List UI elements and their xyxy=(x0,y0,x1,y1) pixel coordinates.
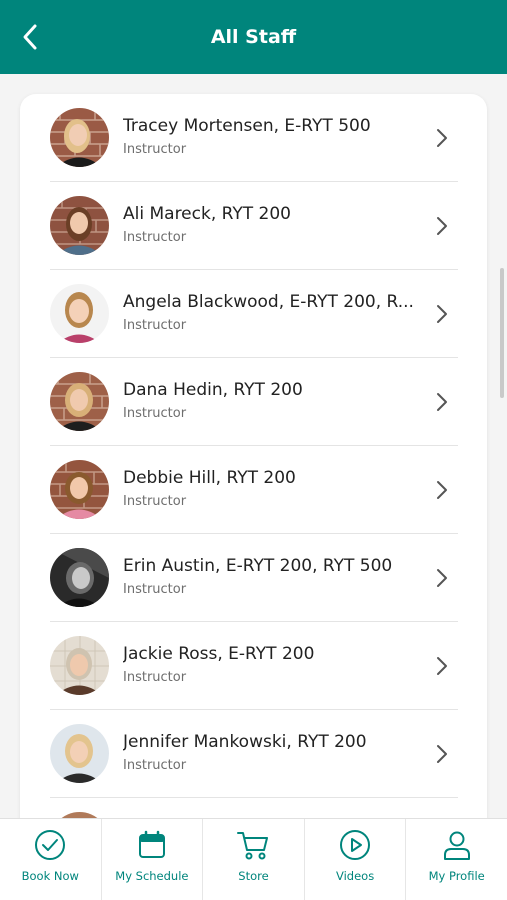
staff-row[interactable]: Dana Hedin, RYT 200 Instructor xyxy=(50,358,458,446)
staff-avatar xyxy=(50,636,109,695)
staff-name: Jennifer Mankowski, RYT 200 xyxy=(123,732,367,752)
staff-avatar xyxy=(50,108,109,167)
chevron-right-icon xyxy=(437,217,447,235)
staff-role: Instructor xyxy=(123,494,187,509)
tab-my-schedule[interactable]: My Schedule xyxy=(102,819,204,900)
page-title: All Staff xyxy=(210,26,297,48)
staff-row[interactable]: Debbie Hill, RYT 200 Instructor xyxy=(50,446,458,534)
tab-videos[interactable]: Videos xyxy=(305,819,407,900)
scrollbar[interactable] xyxy=(500,268,504,398)
tab-my-profile[interactable]: My Profile xyxy=(406,819,507,900)
staff-role: Instructor xyxy=(123,582,187,597)
chevron-right-icon xyxy=(437,481,447,499)
tab-store[interactable]: Store xyxy=(203,819,305,900)
staff-avatar xyxy=(50,196,109,255)
staff-name: Dana Hedin, RYT 200 xyxy=(123,380,303,400)
staff-name: Debbie Hill, RYT 200 xyxy=(123,468,296,488)
staff-avatar xyxy=(50,724,109,783)
staff-role: Instructor xyxy=(123,670,187,685)
staff-avatar xyxy=(50,372,109,431)
staff-row[interactable]: Erin Austin, E-RYT 200, RYT 500 Instruct… xyxy=(50,534,458,622)
staff-role: Instructor xyxy=(123,758,187,773)
staff-row[interactable]: Ali Mareck, RYT 200 Instructor xyxy=(50,182,458,270)
chevron-right-icon xyxy=(437,393,447,411)
staff-row[interactable]: Jennifer Mankowski, RYT 200 Instructor xyxy=(50,710,458,798)
staff-row[interactable]: Angela Blackwood, E-RYT 200, R... Instru… xyxy=(50,270,458,358)
cart-icon xyxy=(237,832,269,860)
staff-list-container[interactable]: Tracey Mortensen, E-RYT 500 Instructor A… xyxy=(0,74,507,818)
tab-label: Videos xyxy=(335,869,375,883)
play-circle-icon xyxy=(340,830,371,860)
app-header: All Staff xyxy=(0,0,507,74)
staff-role: Instructor xyxy=(123,142,187,157)
back-button[interactable] xyxy=(12,17,48,57)
tab-label: My Profile xyxy=(428,869,485,883)
staff-avatar xyxy=(50,284,109,343)
chevron-right-icon xyxy=(437,569,447,587)
check-circle-icon xyxy=(35,830,66,860)
bottom-tab-bar: Book Now My Schedule Store Videos My Pro… xyxy=(0,818,507,900)
staff-name: Erin Austin, E-RYT 200, RYT 500 xyxy=(123,556,393,576)
staff-name: Ali Mareck, RYT 200 xyxy=(123,204,291,224)
staff-role: Instructor xyxy=(123,318,187,333)
chevron-right-icon xyxy=(437,129,447,147)
tab-book-now[interactable]: Book Now xyxy=(0,819,102,900)
chevron-left-icon xyxy=(23,24,37,50)
staff-avatar xyxy=(50,460,109,519)
staff-card: Tracey Mortensen, E-RYT 500 Instructor A… xyxy=(20,94,487,818)
person-icon xyxy=(443,831,470,860)
staff-name: Angela Blackwood, E-RYT 200, R... xyxy=(123,292,414,312)
staff-name: Jackie Ross, E-RYT 200 xyxy=(123,644,315,664)
staff-role: Instructor xyxy=(123,406,187,421)
staff-name: Tracey Mortensen, E-RYT 500 xyxy=(123,116,371,136)
tab-label: My Schedule xyxy=(115,869,189,883)
chevron-right-icon xyxy=(437,745,447,763)
tab-label: Book Now xyxy=(21,869,79,883)
staff-row[interactable] xyxy=(50,798,458,818)
staff-row[interactable]: Tracey Mortensen, E-RYT 500 Instructor xyxy=(50,94,458,182)
chevron-right-icon xyxy=(437,657,447,675)
chevron-right-icon xyxy=(437,305,447,323)
staff-role: Instructor xyxy=(123,230,187,245)
tab-label: Store xyxy=(238,869,269,883)
staff-avatar xyxy=(50,548,109,607)
calendar-icon xyxy=(138,830,165,858)
staff-row[interactable]: Jackie Ross, E-RYT 200 Instructor xyxy=(50,622,458,710)
